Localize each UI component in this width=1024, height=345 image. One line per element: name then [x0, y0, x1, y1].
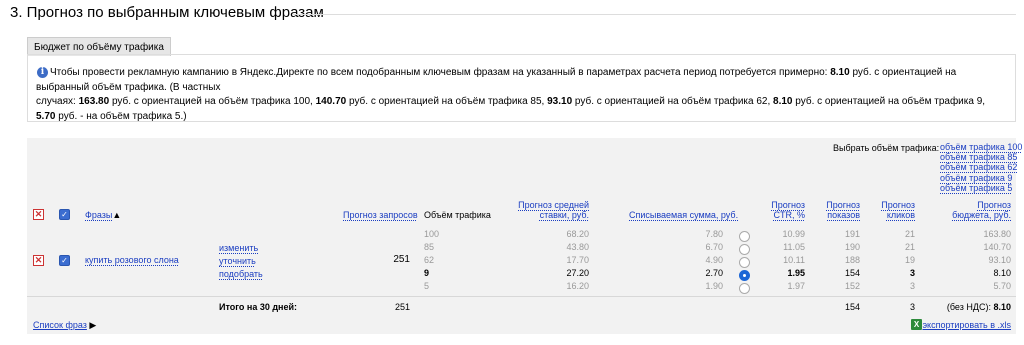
- header-shows[interactable]: Прогноз показов: [826, 200, 860, 220]
- row-traffic: 5: [424, 281, 430, 291]
- row-budget: 8.10: [993, 268, 1011, 278]
- row-clicks: 3: [909, 268, 915, 278]
- row-charged: 4.90: [705, 255, 723, 265]
- row-shows: 188: [844, 255, 860, 265]
- traffic-radio-selected[interactable]: [739, 270, 750, 281]
- row-charged: 2.70: [705, 268, 723, 278]
- row-bid: 27.20: [566, 268, 589, 278]
- header-requests[interactable]: Прогноз запросов: [343, 210, 418, 220]
- row-traffic: 85: [424, 242, 435, 252]
- phrase-requests: 251: [393, 254, 410, 265]
- forecast-table: Выбрать объём трафика: объём трафика 100…: [27, 138, 1022, 334]
- row-traffic: 9: [424, 268, 430, 278]
- info-line-2: случаях: 163.80 руб. с ориентацией на об…: [36, 96, 986, 122]
- totals-budget: (без НДС): 8.10: [947, 302, 1011, 312]
- export-xls-link[interactable]: экспортировать в .xls: [922, 320, 1011, 330]
- phrases-sort-link[interactable]: Фразы: [85, 210, 112, 220]
- traffic-select-options: объём трафика 100 объём трафика 85 объём…: [940, 142, 1022, 193]
- row-shows: 191: [844, 229, 860, 239]
- traffic-option-9[interactable]: объём трафика 9: [940, 173, 1022, 183]
- row-ctr: 10.99: [782, 229, 805, 239]
- delete-all-checkbox[interactable]: ✕: [33, 209, 44, 220]
- row-budget: 163.80: [983, 229, 1011, 239]
- phrase-refine-link[interactable]: уточнить: [219, 256, 256, 266]
- traffic-option-85[interactable]: объём трафика 85: [940, 152, 1022, 162]
- row-ctr: 10.11: [783, 255, 805, 265]
- phrase-list-link[interactable]: Список фраз: [33, 320, 87, 330]
- header-traffic: Объём трафика: [424, 210, 491, 220]
- row-ctr: 11.05: [783, 242, 805, 252]
- info-line-1: Чтобы провести рекламную кампанию в Янде…: [36, 67, 957, 93]
- row-ctr: 1.97: [787, 281, 805, 291]
- traffic-option-100[interactable]: объём трафика 100: [940, 142, 1022, 152]
- phrase-edit-link[interactable]: изменить: [219, 243, 258, 253]
- info-text: Чтобы провести рекламную кампанию в Янде…: [36, 66, 1006, 124]
- totals-clicks: 3: [909, 302, 915, 312]
- row-bid: 17.70: [566, 255, 589, 265]
- phrases-header[interactable]: Фразы▲: [85, 210, 121, 220]
- phrase-checkbox[interactable]: ✓: [59, 255, 70, 266]
- totals-divider: [27, 296, 1016, 297]
- row-charged: 7.80: [705, 229, 723, 239]
- traffic-option-62[interactable]: объём трафика 62: [940, 162, 1022, 172]
- expand-arrow-icon: ▶: [89, 320, 97, 330]
- row-clicks: 21: [904, 229, 915, 239]
- traffic-radio[interactable]: [739, 244, 750, 255]
- header-budget[interactable]: Прогноз бюджета, руб.: [952, 200, 1011, 220]
- row-bid: 43.80: [566, 242, 589, 252]
- row-bid: 68.20: [566, 229, 589, 239]
- select-all-checkbox[interactable]: ✓: [59, 209, 70, 220]
- info-box: i Чтобы провести рекламную кампанию в Ян…: [27, 54, 1016, 122]
- row-budget: 140.70: [983, 242, 1011, 252]
- totals-budget-label: (без НДС):: [946, 302, 991, 312]
- phrase-link[interactable]: купить розового слона: [85, 255, 179, 265]
- row-clicks: 3: [909, 281, 915, 291]
- row-charged: 1.90: [705, 281, 723, 291]
- traffic-option-5[interactable]: объём трафика 5: [940, 183, 1022, 193]
- row-shows: 190: [844, 242, 860, 252]
- totals-requests: 251: [394, 302, 410, 312]
- excel-icon: X: [911, 319, 922, 330]
- row-traffic: 62: [424, 255, 435, 265]
- row-clicks: 21: [904, 242, 915, 252]
- row-shows: 154: [844, 268, 860, 278]
- row-bid: 16.20: [566, 281, 589, 291]
- totals-label: Итого на 30 дней:: [219, 302, 298, 312]
- delete-phrase-checkbox[interactable]: ✕: [33, 255, 44, 266]
- header-clicks[interactable]: Прогноз кликов: [881, 200, 915, 220]
- row-ctr: 1.95: [787, 268, 805, 278]
- traffic-radio[interactable]: [739, 257, 750, 268]
- totals-shows: 154: [844, 302, 860, 312]
- phrase-list-toggle[interactable]: Список фраз ▶: [33, 320, 96, 331]
- header-charged[interactable]: Списываемая сумма, руб.: [629, 210, 738, 220]
- traffic-select-label: Выбрать объём трафика:: [833, 143, 940, 153]
- row-shows: 152: [844, 281, 860, 291]
- traffic-radio[interactable]: [739, 231, 750, 242]
- header-ctr[interactable]: Прогноз CTR, %: [771, 200, 805, 220]
- row-budget: 5.70: [993, 281, 1011, 291]
- section-title: 3. Прогноз по выбранным ключевым фразам: [10, 4, 324, 21]
- header-bid[interactable]: Прогноз средней ставки, руб.: [518, 200, 589, 220]
- title-divider: [292, 14, 1016, 15]
- row-charged: 6.70: [705, 242, 723, 252]
- sort-asc-icon: ▲: [112, 210, 122, 220]
- row-budget: 93.10: [988, 255, 1011, 265]
- row-clicks: 19: [904, 255, 915, 265]
- totals-budget-value: 8.10: [993, 302, 1011, 312]
- row-traffic: 100: [424, 229, 440, 239]
- traffic-radio[interactable]: [739, 283, 750, 294]
- phrase-pick-link[interactable]: подобрать: [219, 269, 263, 279]
